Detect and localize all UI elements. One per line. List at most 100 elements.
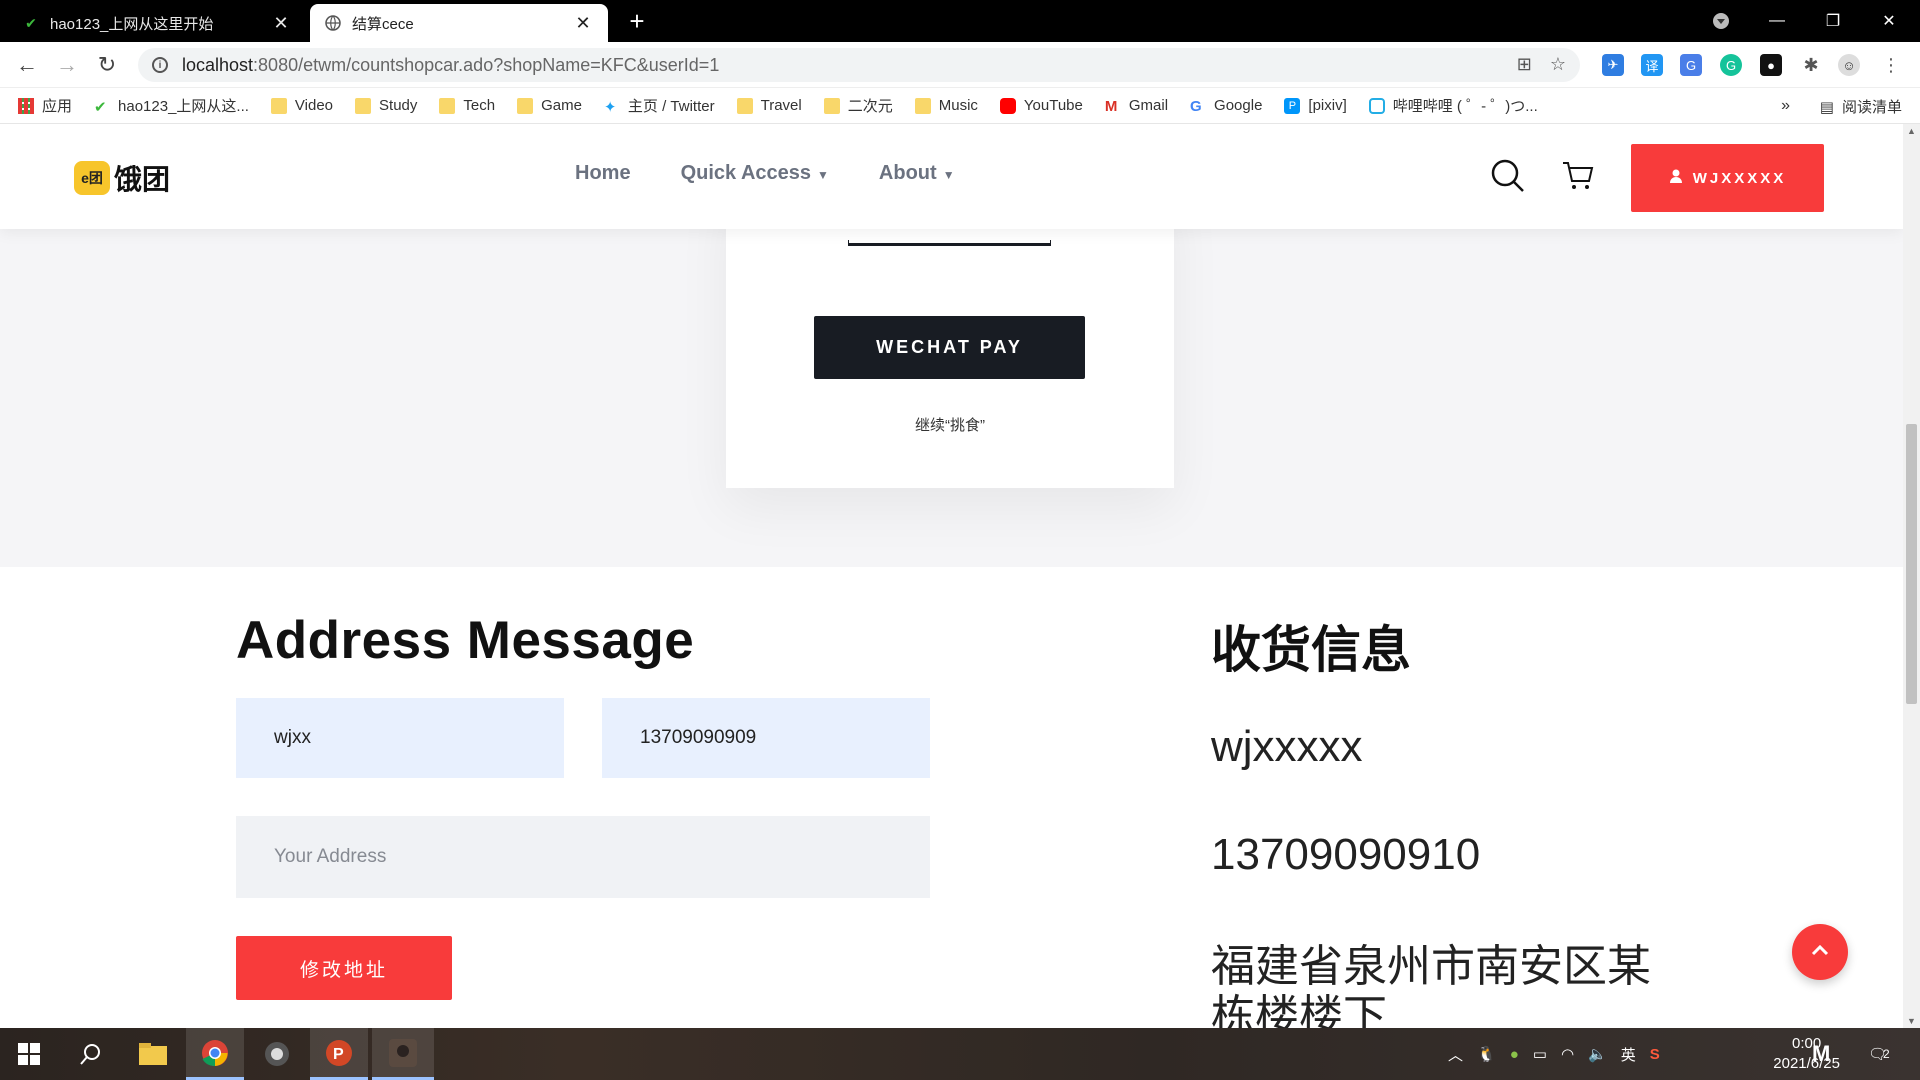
taskbar-m-icon[interactable]: M xyxy=(1812,1028,1830,1080)
reload-icon[interactable]: ↻ xyxy=(92,50,122,80)
back-icon[interactable]: ← xyxy=(12,50,42,80)
notification-center[interactable]: 🗨 2 xyxy=(1868,1028,1890,1080)
bookmark-anime[interactable]: 二次元 xyxy=(823,95,893,116)
caret-down-icon: ▼ xyxy=(942,168,955,182)
address-bar[interactable]: i localhost:8080/etwm/countshopcar.ado?s… xyxy=(138,48,1580,82)
bookmark-star-icon[interactable]: ☆ xyxy=(1550,54,1566,75)
extension-translate-icon[interactable]: 译 xyxy=(1641,54,1663,76)
bookmark-youtube[interactable]: YouTube xyxy=(999,97,1083,114)
sogou-icon[interactable]: S xyxy=(1650,1046,1660,1063)
profile-menu-icon[interactable] xyxy=(1698,0,1744,42)
search-icon[interactable] xyxy=(1490,158,1526,194)
previous-pay-button[interactable] xyxy=(848,240,1051,246)
bilibili-icon xyxy=(1368,97,1385,114)
address-input[interactable]: Your Address xyxy=(236,816,930,898)
caret-down-icon: ▼ xyxy=(817,168,829,182)
reading-list-button[interactable]: ▤ 阅读清单 xyxy=(1820,96,1902,117)
tab-checkout[interactable]: 结算cece ✕ xyxy=(310,4,608,42)
bookmark-game[interactable]: Game xyxy=(517,97,582,114)
chrome-taskbar-icon[interactable] xyxy=(186,1028,244,1080)
tab-hao123[interactable]: ✔ hao123_上网从这里开始 ✕ xyxy=(8,4,306,42)
bookmark-pixiv[interactable]: P [pixiv] xyxy=(1284,97,1347,114)
tray-expand-icon[interactable]: ︿ xyxy=(1448,1044,1463,1065)
minimize-icon[interactable]: — xyxy=(1754,0,1800,42)
bookmark-travel[interactable]: Travel xyxy=(736,97,802,114)
volume-icon[interactable]: 🔈 xyxy=(1588,1045,1607,1063)
folder-icon xyxy=(355,97,372,114)
wifi-icon[interactable]: ◠ xyxy=(1561,1045,1574,1063)
close-window-icon[interactable]: ✕ xyxy=(1866,0,1912,42)
receiver-address: 福建省泉州市南安区某栋楼楼下 xyxy=(1211,942,1651,1028)
close-tab-icon[interactable]: ✕ xyxy=(572,13,594,34)
system-tray: ︿ 🐧 ● ▭ ◠ 🔈 英 S xyxy=(1448,1028,1660,1080)
continue-shopping-link[interactable]: 继续“挑食” xyxy=(726,414,1174,435)
scroll-down-icon[interactable]: ▼ xyxy=(1907,1016,1916,1026)
bookmark-tech[interactable]: Tech xyxy=(439,97,495,114)
nav-home[interactable]: Home xyxy=(575,162,631,185)
user-icon xyxy=(1669,169,1683,187)
extension-google-translate-icon[interactable]: G xyxy=(1680,54,1702,76)
extensions-puzzle-icon[interactable]: ✱ xyxy=(1800,54,1822,76)
windows-start-icon[interactable] xyxy=(0,1028,58,1080)
powerpoint-icon[interactable]: P xyxy=(310,1028,368,1080)
google-icon: G xyxy=(1190,97,1202,115)
back-to-top-button[interactable] xyxy=(1792,924,1848,980)
tab-title: 结算cece xyxy=(352,15,414,33)
pixiv-icon: P xyxy=(1284,97,1301,114)
nav-quick-access[interactable]: Quick Access ▼ xyxy=(681,162,829,185)
user-account-button[interactable]: WJXXXXX xyxy=(1631,144,1824,212)
bookmark-music[interactable]: Music xyxy=(914,97,978,114)
reading-list-icon: ▤ xyxy=(1819,98,1834,116)
bookmark-apps[interactable]: 应用 xyxy=(18,95,72,116)
globe-icon xyxy=(324,14,342,32)
apps-grid-icon xyxy=(18,97,34,114)
site-logo[interactable]: e团 饿团 xyxy=(74,158,170,198)
receiver-name: wjxxxxx xyxy=(1211,722,1363,771)
close-tab-icon[interactable]: ✕ xyxy=(270,13,292,34)
extension-tampermonkey-icon[interactable]: ● xyxy=(1760,54,1782,76)
search-icon[interactable] xyxy=(62,1028,120,1080)
hao123-icon: ✔ xyxy=(94,98,107,116)
phone-input[interactable]: 13709090909 xyxy=(602,698,930,778)
bookmark-bilibili[interactable]: 哔哩哔哩 ( ゜- ゜)つ... xyxy=(1368,95,1538,116)
new-tab-button[interactable]: + xyxy=(622,6,652,36)
extension-grammarly-icon[interactable]: G xyxy=(1720,54,1742,76)
scroll-up-icon[interactable]: ▲ xyxy=(1907,126,1916,136)
folder-icon xyxy=(736,97,753,114)
qq-icon[interactable]: 🐧 xyxy=(1477,1045,1496,1063)
modify-address-button[interactable]: 修改地址 xyxy=(236,936,452,1000)
battery-icon[interactable]: ▭ xyxy=(1533,1045,1547,1063)
cart-icon[interactable] xyxy=(1560,158,1596,194)
scrollbar-thumb[interactable] xyxy=(1906,424,1917,704)
restore-icon[interactable]: ❐ xyxy=(1810,0,1856,42)
youtube-icon xyxy=(999,97,1016,114)
photo-app-icon[interactable] xyxy=(372,1028,434,1080)
ime-indicator[interactable]: 英 xyxy=(1621,1044,1636,1065)
bookmark-gmail[interactable]: M Gmail xyxy=(1105,97,1168,115)
bookmarks-bar: 应用 ✔ hao123_上网从这... Video Study Tech Gam… xyxy=(0,88,1920,124)
bookmark-google[interactable]: G Google xyxy=(1190,97,1262,115)
settings-gear-icon[interactable] xyxy=(248,1028,306,1080)
bookmarks-overflow-icon[interactable]: » xyxy=(1781,97,1790,115)
extension-bird-icon[interactable]: ✈ xyxy=(1602,54,1624,76)
page-scrollbar[interactable]: ▲ ▼ xyxy=(1903,124,1920,1028)
windows-taskbar: P ︿ 🐧 ● ▭ ◠ 🔈 英 S 0:00 2021/6/25 M 🗨 2 xyxy=(0,1028,1920,1080)
wechat-pay-button[interactable]: WECHAT PAY xyxy=(814,316,1085,379)
file-explorer-icon[interactable] xyxy=(124,1028,182,1080)
folder-icon xyxy=(270,97,287,114)
folder-icon xyxy=(439,97,456,114)
translate-icon[interactable]: ⊞ xyxy=(1517,54,1532,75)
bookmark-video[interactable]: Video xyxy=(270,97,333,114)
chrome-menu-icon[interactable]: ⋮ xyxy=(1880,54,1902,76)
site-info-icon[interactable]: i xyxy=(152,57,168,73)
nav-about[interactable]: About ▼ xyxy=(879,162,955,185)
tray-app-icon[interactable]: ● xyxy=(1510,1046,1519,1063)
bookmark-twitter[interactable]: ✦ 主页 / Twitter xyxy=(604,95,715,116)
bookmark-hao123[interactable]: ✔ hao123_上网从这... xyxy=(94,95,249,116)
forward-icon[interactable]: → xyxy=(52,50,82,80)
avatar[interactable]: ☺ xyxy=(1838,54,1860,76)
bookmark-study[interactable]: Study xyxy=(355,97,417,114)
name-input[interactable]: wjxx xyxy=(236,698,564,778)
svg-text:P: P xyxy=(333,1046,344,1063)
folder-icon xyxy=(517,97,534,114)
